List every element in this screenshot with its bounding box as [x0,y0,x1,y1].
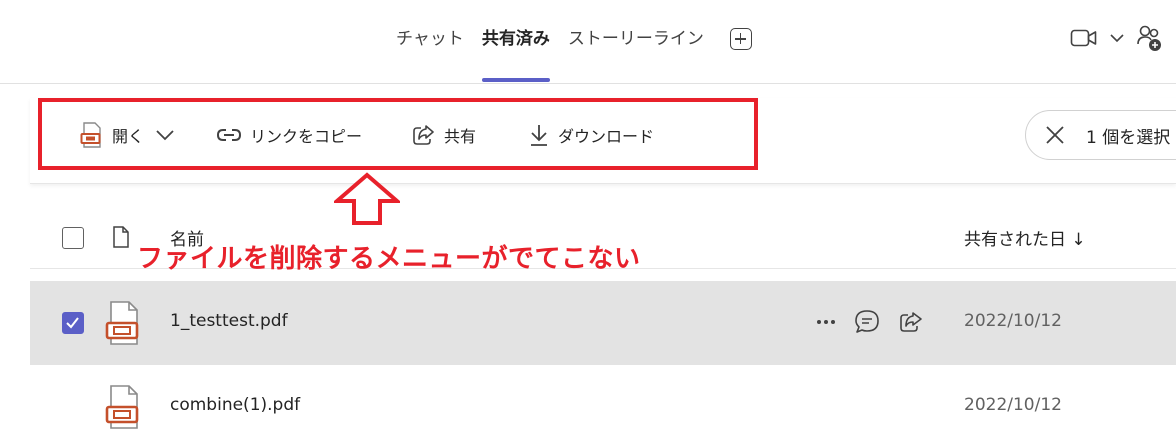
selection-pill[interactable]: 1 個を選択 [1025,110,1176,160]
tab-chat[interactable]: チャット [396,24,464,54]
open-label: 開く [112,127,145,146]
link-icon [216,129,242,141]
table-row[interactable]: 1_testtest.pdf 2022/10/12 [30,281,1176,365]
more-options-icon[interactable] [816,319,836,325]
file-type-icon [113,226,129,248]
download-button[interactable]: ダウンロード [528,120,654,150]
chat-icon[interactable] [854,309,880,335]
open-button[interactable]: 開く [80,120,176,150]
top-bar: チャット 共有済み ストーリーライン [0,0,1176,84]
annotation-text: ファイルを削除するメニューがでてこない [137,244,641,274]
copy-link-label: リンクをコピー [250,127,363,146]
row-checkbox[interactable] [62,312,84,334]
share-icon [413,125,434,145]
shared-date-column-header[interactable]: 共有された日 ↓ [964,225,1086,250]
header-actions [1070,24,1162,52]
table-row[interactable]: combine(1).pdf 2022/10/12 [30,365,1176,445]
add-people-icon[interactable] [1136,24,1162,52]
select-all-checkbox[interactable] [62,227,84,249]
chevron-down-icon[interactable] [1108,32,1126,44]
file-name[interactable]: 1_testtest.pdf [170,311,288,331]
share-icon[interactable] [898,310,924,334]
close-icon[interactable] [1044,124,1066,146]
pdf-file-icon [80,122,101,148]
pdf-file-icon [105,385,139,429]
shared-date: 2022/10/12 [964,311,1062,331]
share-label: 共有 [444,127,477,146]
add-tab-icon[interactable] [729,28,752,50]
chevron-down-icon[interactable] [154,128,176,142]
tab-strip: チャット 共有済み ストーリーライン [396,24,752,82]
tab-shared[interactable]: 共有済み [481,24,550,82]
share-button[interactable]: 共有 [412,120,476,150]
file-toolbar: 開く リンクをコピー 共有 ダウンロード [30,98,1176,184]
download-icon [531,125,547,146]
download-label: ダウンロード [558,127,655,146]
shared-date: 2022/10/12 [964,395,1062,415]
file-name[interactable]: combine(1).pdf [170,395,300,415]
row-actions [816,309,924,335]
tab-storyline[interactable]: ストーリーライン [568,24,704,54]
selection-count-label: 1 個を選択 [1086,127,1171,148]
video-call-icon[interactable] [1070,27,1098,49]
checkmark-icon [66,317,79,329]
copy-link-button[interactable]: リンクをコピー [216,120,362,150]
pdf-file-icon [105,301,139,345]
